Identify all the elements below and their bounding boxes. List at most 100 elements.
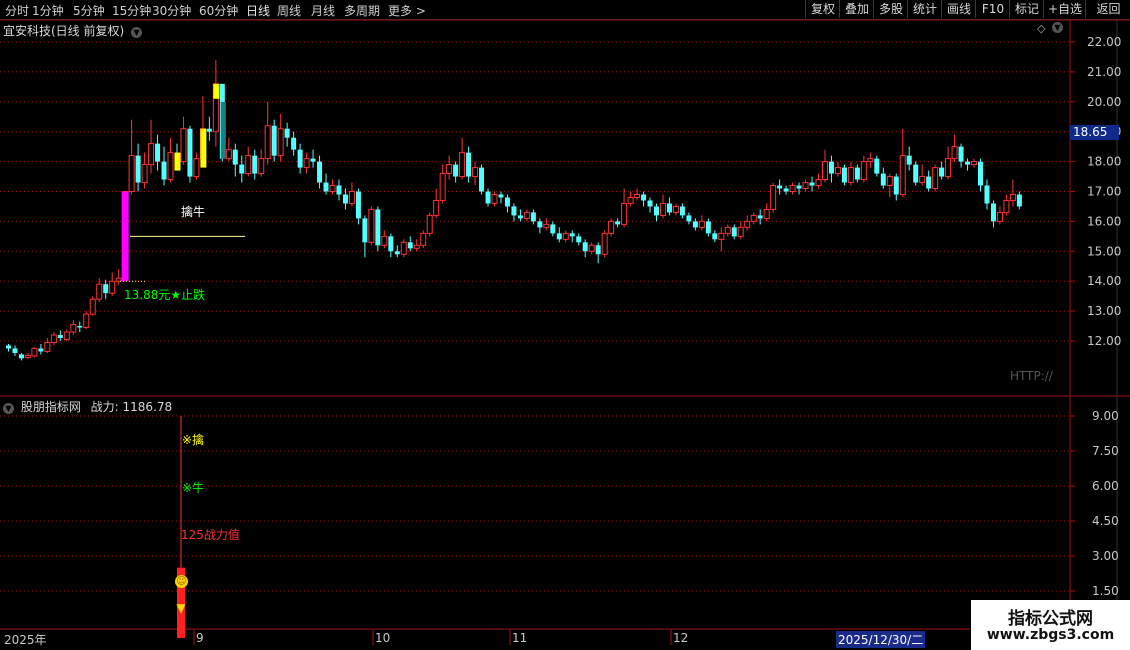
candle-body [744, 220, 751, 228]
indicator-tick-label: 9.00 [1092, 409, 1119, 423]
candle-body [550, 224, 556, 234]
candle-body [89, 298, 96, 315]
candle-body [847, 167, 854, 184]
site-watermark-title: 指标公式网 [1008, 609, 1093, 629]
candle-body [342, 194, 348, 204]
candle-body [252, 155, 258, 174]
candle-body [984, 185, 990, 204]
y-tick-label: 18.00 [1087, 155, 1121, 169]
price-chart[interactable]: 22.0021.0020.0019.0018.0017.0016.0015.00… [0, 0, 1130, 650]
candle-body [595, 245, 601, 255]
candle-body [291, 137, 297, 150]
candle-body [426, 214, 433, 234]
candle-body [634, 193, 641, 198]
candle-body [206, 128, 212, 132]
candle-body [763, 208, 770, 219]
candle-body [277, 128, 284, 157]
candle-body [96, 283, 103, 300]
candle-body [491, 193, 498, 204]
site-watermark: 指标公式网 www.zbgs3.com [971, 600, 1130, 650]
http-watermark: HTTP:// [1010, 369, 1053, 383]
indicator-tick-label: 1.50 [1092, 584, 1119, 598]
candle-body [348, 191, 355, 204]
candle-body [193, 158, 200, 178]
candle-body [705, 221, 711, 234]
candle-body [31, 347, 38, 357]
candle-body [83, 313, 90, 329]
candle-body [317, 161, 323, 183]
candle-body [932, 167, 939, 190]
candle-body [38, 348, 44, 352]
candle-body [258, 158, 265, 175]
candle-body [239, 164, 245, 174]
candle-body [167, 152, 174, 181]
candle-body [70, 324, 77, 333]
indicator-tick-label: 7.50 [1092, 444, 1119, 458]
candle-body [264, 125, 271, 160]
candle-body [24, 354, 31, 358]
candle-body [245, 155, 252, 175]
candle-body [641, 194, 647, 201]
candle-body [466, 152, 472, 177]
chevron-down-icon[interactable]: ▼ [1052, 22, 1063, 33]
candle-body [569, 233, 575, 237]
candle-body [161, 161, 167, 180]
candle-body [537, 221, 543, 228]
candle-body [926, 176, 932, 189]
y-tick-label: 15.00 [1087, 244, 1121, 258]
candle-body [6, 345, 11, 349]
candle-body [582, 242, 588, 252]
candle-body [841, 167, 847, 183]
chevron-down-icon[interactable]: ▼ [131, 27, 143, 38]
candle-body [588, 244, 595, 252]
indicator-title: ▼ 股朋指标网 战力: 1186.78 [3, 398, 172, 415]
candle-body [400, 241, 407, 255]
indicator-value: 战力: 1186.78 [90, 400, 173, 414]
diamond-icon: ▼ [176, 601, 186, 615]
candle-body [886, 176, 893, 187]
candle-body [388, 236, 394, 252]
candle-body [854, 167, 860, 180]
candle-body [355, 191, 361, 219]
candle-body [141, 164, 148, 184]
candle-body [284, 128, 290, 138]
candle-body [135, 155, 141, 183]
candle-body [809, 182, 815, 186]
y-tick-label: 16.00 [1087, 214, 1121, 228]
candle-body [978, 161, 983, 186]
candle-body [906, 155, 912, 165]
y-tick-label: 20.00 [1087, 95, 1121, 109]
candle-body [394, 251, 400, 255]
candle-body [996, 211, 1003, 222]
candle-body [504, 197, 510, 207]
candle-body [990, 203, 996, 222]
indicator-name: 股朋指标网 [20, 400, 81, 414]
candle-body [860, 161, 867, 181]
candle-body [336, 185, 342, 195]
candle-body [420, 232, 427, 246]
candle-body [919, 176, 926, 184]
candle-body [128, 155, 135, 192]
candle-body [517, 215, 523, 219]
y-tick-label: 17.00 [1087, 185, 1121, 199]
signal-candle [121, 191, 129, 282]
candle-body [523, 211, 530, 219]
candle-body [951, 146, 958, 160]
indicator-tick-label: 4.50 [1092, 514, 1119, 528]
candle-body [225, 149, 232, 160]
candle-body [453, 164, 459, 177]
signal-candle [213, 83, 220, 99]
candle-body [12, 348, 18, 353]
candle-body [621, 202, 628, 225]
diamond-icon[interactable]: ◇ [1037, 22, 1045, 35]
candle-body [789, 185, 796, 193]
indicator-tick-label: 6.00 [1092, 479, 1119, 493]
y-tick-label: 22.00 [1087, 35, 1121, 49]
candle-body [731, 227, 737, 237]
candle-body [381, 235, 388, 246]
chevron-down-icon[interactable]: ▼ [3, 403, 14, 414]
candle-body [615, 221, 621, 225]
candle-body [77, 326, 83, 328]
candle-body [187, 128, 193, 177]
candle-body [796, 185, 802, 189]
